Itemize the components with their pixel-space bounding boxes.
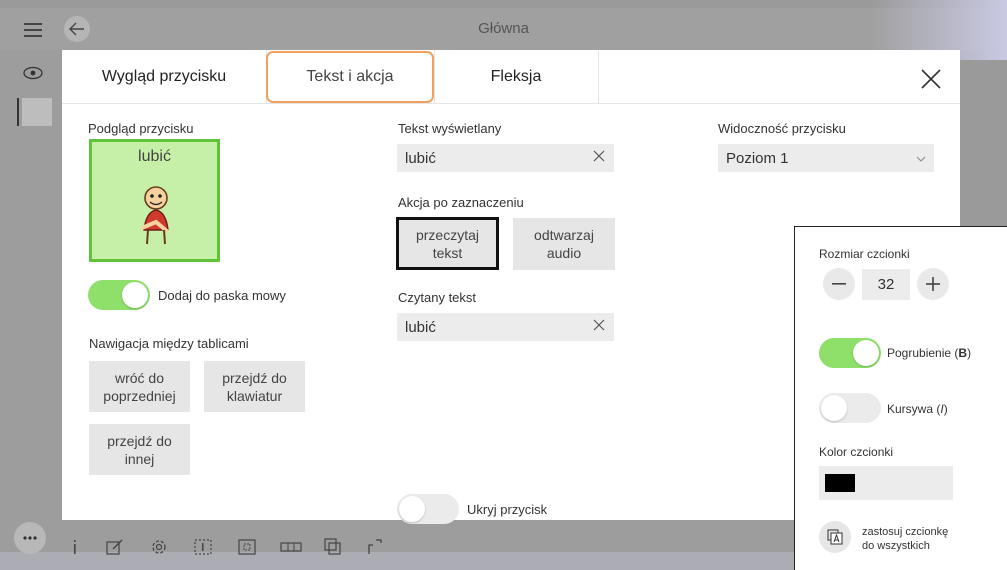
tab-inflection[interactable]: Fleksja: [434, 50, 598, 104]
select-icon[interactable]: [238, 538, 256, 556]
read-text-label: Czytany tekst: [398, 290, 477, 305]
bold-label: Pogrubienie (B): [887, 346, 972, 360]
display-text-value: lubić: [405, 149, 436, 167]
apply-font-label[interactable]: zastosuj czcionkę do wszystkich: [862, 525, 948, 553]
font-size-value[interactable]: 32: [862, 269, 910, 300]
preview-label: Podgląd przycisku: [88, 121, 194, 136]
visibility-value: Poziom 1: [726, 149, 789, 167]
clear-x-icon[interactable]: [592, 318, 606, 336]
resize-icon[interactable]: [366, 538, 384, 556]
chevron-down-icon: [916, 150, 926, 167]
tab-appearance[interactable]: Wygląd przycisku: [62, 50, 266, 104]
number-icon[interactable]: [194, 538, 212, 556]
edit-icon[interactable]: [106, 538, 124, 556]
visibility-label: Widoczność przycisku: [718, 121, 846, 136]
plus-icon[interactable]: [917, 268, 949, 300]
eye-icon[interactable]: [22, 64, 44, 82]
info-icon[interactable]: [66, 538, 84, 556]
font-color-label: Kolor czcionki: [819, 445, 894, 459]
add-to-speech-bar-toggle[interactable]: [88, 280, 150, 310]
left-toolbar-item[interactable]: [22, 98, 52, 126]
minus-icon[interactable]: [823, 268, 855, 300]
row-icon[interactable]: [280, 538, 302, 556]
display-text-label: Tekst wyświetlany: [398, 121, 502, 136]
read-text-option[interactable]: przeczytaj tekst: [396, 217, 499, 270]
hide-button-label: Ukryj przycisk: [467, 502, 548, 517]
apply-font-icon[interactable]: [819, 521, 851, 553]
close-icon[interactable]: [914, 62, 948, 96]
app-title: Główna: [478, 20, 529, 37]
font-color-swatch: [825, 474, 855, 492]
preview-word: lubić: [138, 148, 171, 165]
selection-indicator: [17, 98, 19, 126]
go-to-keyboards-button[interactable]: przejdź do klawiatur: [204, 361, 305, 412]
button-preview: lubić: [89, 139, 220, 262]
read-text-value: lubić: [405, 318, 436, 336]
go-back-button[interactable]: wróć do poprzedniej: [89, 361, 190, 412]
hamburger-icon[interactable]: [22, 20, 44, 40]
tab-text-action[interactable]: Tekst i akcja: [266, 51, 434, 103]
settings-icon[interactable]: [150, 538, 168, 556]
more-icon[interactable]: [14, 522, 46, 554]
italic-toggle[interactable]: [819, 393, 881, 423]
clear-x-icon[interactable]: [592, 149, 606, 167]
italic-label: Kursywa (I): [887, 402, 948, 416]
tab-divider: [598, 50, 599, 104]
add-to-speech-bar-label: Dodaj do paska mowy: [158, 288, 286, 303]
go-to-other-board-button[interactable]: przejdź do innej: [89, 424, 190, 475]
hide-button-toggle[interactable]: [397, 494, 459, 524]
font-size-label: Rozmiar czcionki: [819, 247, 910, 261]
font-color-picker[interactable]: [819, 466, 953, 500]
visibility-dropdown[interactable]: Poziom 1: [718, 144, 934, 172]
read-text-input[interactable]: lubić: [397, 313, 614, 341]
bold-toggle[interactable]: [819, 338, 881, 368]
action-label: Akcja po zaznaczeniu: [398, 195, 524, 210]
navigation-label: Nawigacja między tablicami: [89, 336, 249, 351]
copy-icon[interactable]: [324, 538, 342, 556]
back-arrow-icon[interactable]: [64, 16, 90, 42]
pictogram-image: [132, 182, 180, 250]
play-audio-option[interactable]: odtwarzaj audio: [513, 218, 615, 270]
display-text-input[interactable]: lubić: [397, 144, 614, 172]
